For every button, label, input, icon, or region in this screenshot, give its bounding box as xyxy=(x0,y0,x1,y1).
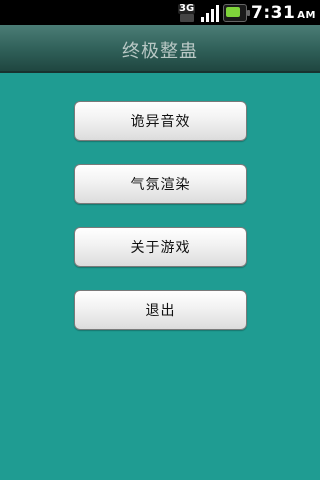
app-title: 终极整蛊 xyxy=(122,41,198,62)
title-bar: 终极整蛊 xyxy=(0,25,320,73)
clock: 7:31 AM xyxy=(251,3,316,23)
exit-button[interactable]: 退出 xyxy=(74,290,247,330)
network-type-label: 3G xyxy=(178,2,196,14)
3g-icon: 3G xyxy=(177,3,197,23)
atmosphere-rendering-button[interactable]: 气氛渲染 xyxy=(74,164,247,204)
weird-sound-effects-button[interactable]: 诡异音效 xyxy=(74,101,247,141)
clock-time: 7:31 xyxy=(251,2,296,23)
main-menu: 诡异音效 气氛渲染 关于游戏 退出 xyxy=(0,73,320,480)
about-game-button[interactable]: 关于游戏 xyxy=(74,227,247,267)
status-icons: 3G 7:31 AM xyxy=(177,0,316,25)
data-activity-icon xyxy=(180,13,194,22)
signal-icon xyxy=(201,4,219,22)
battery-charging-icon xyxy=(223,3,250,22)
status-bar: 3G 7:31 AM xyxy=(0,0,320,25)
clock-ampm: AM xyxy=(297,9,316,21)
